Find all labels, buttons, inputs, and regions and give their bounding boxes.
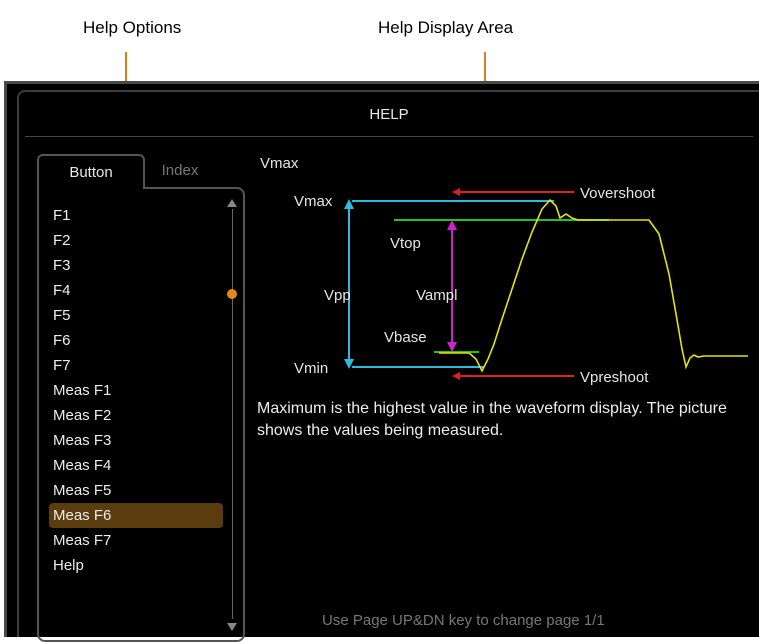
scrollbar-thumb[interactable] [227, 289, 237, 299]
list-item[interactable]: F2 [49, 228, 223, 253]
label-vpp: Vpp [324, 287, 351, 304]
label-vampl: Vampl [416, 287, 457, 304]
label-vtop: Vtop [390, 235, 421, 252]
waveform-trace [439, 198, 748, 373]
topic-heading: Vmax [260, 155, 299, 172]
list-item[interactable]: Meas F1 [49, 378, 223, 403]
help-display-area-callout: Help Display Area [378, 18, 514, 37]
vampl-arrowhead-down [447, 342, 457, 352]
list-item[interactable]: Help [49, 553, 223, 578]
topic-description: Maximum is the highest value in the wave… [257, 400, 727, 439]
vampl-arrowhead-up [447, 220, 457, 230]
label-vpreshoot: Vpreshoot [580, 369, 649, 386]
list-item[interactable]: Meas F4 [49, 453, 223, 478]
label-vmax: Vmax [294, 193, 333, 210]
list-item[interactable]: F5 [49, 303, 223, 328]
list-item[interactable]: F1 [49, 203, 223, 228]
overshoot-arrow-icon [452, 188, 460, 196]
list-item[interactable]: F7 [49, 353, 223, 378]
dialog-title: HELP [369, 106, 409, 123]
list-item[interactable]: Meas F2 [49, 403, 223, 428]
title-divider [25, 136, 753, 137]
list-item[interactable]: F4 [49, 278, 223, 303]
list-item-selected[interactable]: Meas F6 [49, 503, 223, 528]
preshoot-arrow-icon [452, 372, 460, 380]
list-item[interactable]: F6 [49, 328, 223, 353]
list-item[interactable]: Meas F3 [49, 428, 223, 453]
help-screen: HELP Button Index F1 F2 F3 F4 F5 F6 F7 M… [4, 81, 759, 642]
tab-index[interactable]: Index [145, 154, 215, 187]
label-vbase: Vbase [384, 329, 427, 346]
list-item[interactable]: F3 [49, 253, 223, 278]
scrollbar-track[interactable] [232, 209, 233, 619]
label-vovershoot: Vovershoot [580, 185, 656, 202]
help-display-area: Vmax Vmax Vtop Vpp Vampl Vbase Vmin Vove… [254, 154, 759, 634]
scroll-down-icon[interactable] [227, 623, 237, 631]
measurement-diagram: Vmax Vmax Vtop Vpp Vampl Vbase Vmin Vove… [260, 155, 748, 386]
label-vmin: Vmin [294, 360, 328, 377]
help-dialog: HELP Button Index F1 F2 F3 F4 F5 F6 F7 M… [17, 90, 759, 642]
scroll-up-icon[interactable] [227, 199, 237, 207]
help-options-list: F1 F2 F3 F4 F5 F6 F7 Meas F1 Meas F2 Mea… [37, 187, 245, 642]
help-options-callout: Help Options [83, 18, 182, 37]
page-hint: Use Page UP&DN key to change page 1/1 [322, 612, 605, 629]
list-item[interactable]: Meas F7 [49, 528, 223, 553]
tab-button[interactable]: Button [37, 154, 145, 189]
list-item[interactable]: Meas F5 [49, 478, 223, 503]
